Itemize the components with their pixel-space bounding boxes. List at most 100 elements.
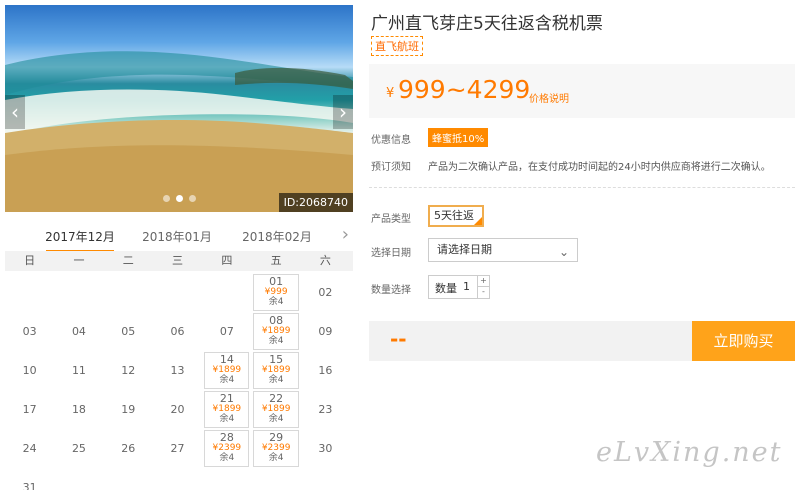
- carousel-dot-active[interactable]: [176, 195, 183, 202]
- product-photo: ‹ › ID:2068740: [5, 5, 353, 212]
- product-title: 广州直飞芽庄5天往返含税机票: [371, 14, 603, 34]
- calendar-day: 26: [104, 429, 153, 468]
- calendar-day-price: ¥1899: [212, 404, 242, 414]
- calendar-day-number: 17: [22, 403, 37, 416]
- calendar-day: 06: [153, 312, 202, 351]
- calendar-day-number: 23: [318, 403, 333, 416]
- calendar-day-number: 27: [170, 442, 185, 455]
- calendar-day-number: 01: [269, 275, 284, 288]
- calendar-day-number: 26: [121, 442, 136, 455]
- calendar-day: 12: [104, 351, 153, 390]
- calendar-day-number: 21: [219, 392, 234, 405]
- calendar-day-number: 13: [170, 364, 185, 377]
- calendar-day: 05: [104, 312, 153, 351]
- tab-month-2018-02[interactable]: 2018年02月: [229, 228, 325, 245]
- calendar-empty-cell: [153, 273, 202, 312]
- calendar-day: 04: [54, 312, 103, 351]
- currency-symbol: ¥: [386, 86, 395, 101]
- calendar-day: 03: [5, 312, 54, 351]
- promo-badge: 蜂蜜抵10%: [428, 128, 489, 147]
- calendar-day-number: 02: [318, 286, 333, 299]
- carousel-next-button[interactable]: ›: [333, 95, 353, 129]
- calendar-day-number: 19: [121, 403, 136, 416]
- tab-month-2018-01[interactable]: 2018年01月: [129, 228, 225, 245]
- calendar-day-price: ¥1899: [261, 404, 291, 414]
- quantity-decrease-button[interactable]: -: [477, 287, 489, 298]
- calendar-day-number: 08: [269, 314, 284, 327]
- calendar-day: 18: [54, 390, 103, 429]
- calendar-day-price: ¥1899: [261, 365, 291, 375]
- product-type-option[interactable]: 5天往返: [428, 205, 484, 227]
- calendar-day-stock: 余4: [268, 375, 284, 385]
- calendar-empty-cell: [301, 468, 350, 490]
- calendar-day-number: 24: [22, 442, 37, 455]
- calendar-day-available[interactable]: 14 ¥1899 余4: [204, 352, 250, 389]
- image-id-label: ID:2068740: [278, 193, 353, 212]
- quantity-value[interactable]: 1: [463, 280, 470, 293]
- calendar-day-available[interactable]: 21 ¥1899 余4: [204, 391, 250, 428]
- calendar-day: 02: [301, 273, 350, 312]
- weekday-label: 四: [221, 254, 233, 267]
- calendar-day-number: 04: [71, 325, 86, 338]
- calendar-week-row: 01 ¥999 余4 02: [5, 273, 353, 312]
- weekday-label: 一: [73, 254, 85, 267]
- beach-scene: [5, 51, 353, 212]
- quantity-label: 数量选择: [371, 285, 411, 296]
- calendar-day-number: 28: [219, 431, 234, 444]
- calendar-day-number: 25: [71, 442, 86, 455]
- calendar-day-available[interactable]: 15 ¥1899 余4: [253, 352, 299, 389]
- calendar-day: 30: [301, 429, 350, 468]
- calendar-empty-cell: [202, 468, 251, 490]
- carousel-dot[interactable]: [189, 195, 196, 202]
- calendar-day: 11: [54, 351, 103, 390]
- promo-label: 优惠信息: [371, 135, 411, 146]
- next-month-chevron-icon[interactable]: ›: [342, 224, 349, 245]
- buy-now-button[interactable]: 立即购买: [692, 321, 795, 361]
- calendar-week-row: 03 04 05 06 07 08 ¥1899 余4 09: [5, 312, 353, 351]
- divider: [369, 187, 795, 188]
- calendar-day-number: 22: [269, 392, 284, 405]
- weekday-header: 日 一 二 三 四 五 六: [5, 251, 353, 271]
- chevron-down-icon: ⌄: [558, 245, 569, 259]
- price-explain-link[interactable]: 价格说明: [529, 90, 569, 105]
- calendar-day-number: 03: [22, 325, 37, 338]
- calendar-day: 16: [301, 351, 350, 390]
- carousel-prev-button[interactable]: ‹: [5, 95, 25, 129]
- carousel-dots: [163, 195, 196, 202]
- calendar-day-number: 31: [22, 481, 37, 490]
- calendar-day-number: 14: [219, 353, 234, 366]
- price-range: 999~4299: [398, 75, 531, 104]
- calendar-empty-cell: [5, 273, 54, 312]
- tab-month-2017-12[interactable]: 2017年12月: [32, 228, 128, 252]
- calendar-day-available[interactable]: 22 ¥1899 余4: [253, 391, 299, 428]
- weekday-label: 二: [122, 254, 134, 267]
- product-type-label: 产品类型: [371, 214, 411, 225]
- calendar-day-number: 12: [121, 364, 136, 377]
- quantity-stepper[interactable]: 数量 1 + -: [428, 275, 490, 299]
- calendar-day: 25: [54, 429, 103, 468]
- calendar-day-stock: 余4: [219, 375, 235, 385]
- calendar-day-available[interactable]: 28 ¥2399 余4: [204, 430, 250, 467]
- calendar-empty-cell: [153, 468, 202, 490]
- calendar-day-stock: 余4: [268, 297, 284, 307]
- calendar-day: 20: [153, 390, 202, 429]
- calendar-day-number: 11: [71, 364, 86, 377]
- carousel-dot[interactable]: [163, 195, 170, 202]
- calendar-day-available[interactable]: 08 ¥1899 余4: [253, 313, 299, 350]
- calendar-day-number: 29: [269, 431, 284, 444]
- calendar-day: 19: [104, 390, 153, 429]
- calendar-day-stock: 余4: [268, 453, 284, 463]
- calendar-day-available[interactable]: 29 ¥2399 余4: [253, 430, 299, 467]
- calendar-day-number: 16: [318, 364, 333, 377]
- date-select[interactable]: 请选择日期 ⌄: [428, 238, 578, 262]
- quantity-increase-button[interactable]: +: [477, 276, 489, 287]
- calendar-day-number: 18: [71, 403, 86, 416]
- calendar-day-stock: 余4: [268, 414, 284, 424]
- calendar-day-available[interactable]: 01 ¥999 余4: [253, 274, 299, 311]
- weekday-label: 三: [172, 254, 184, 267]
- calendar-day-number: 30: [318, 442, 333, 455]
- calendar-empty-cell: [54, 468, 103, 490]
- calendar-empty-cell: [104, 468, 153, 490]
- calendar-day-number: 10: [22, 364, 37, 377]
- weekday-label: 五: [270, 254, 282, 267]
